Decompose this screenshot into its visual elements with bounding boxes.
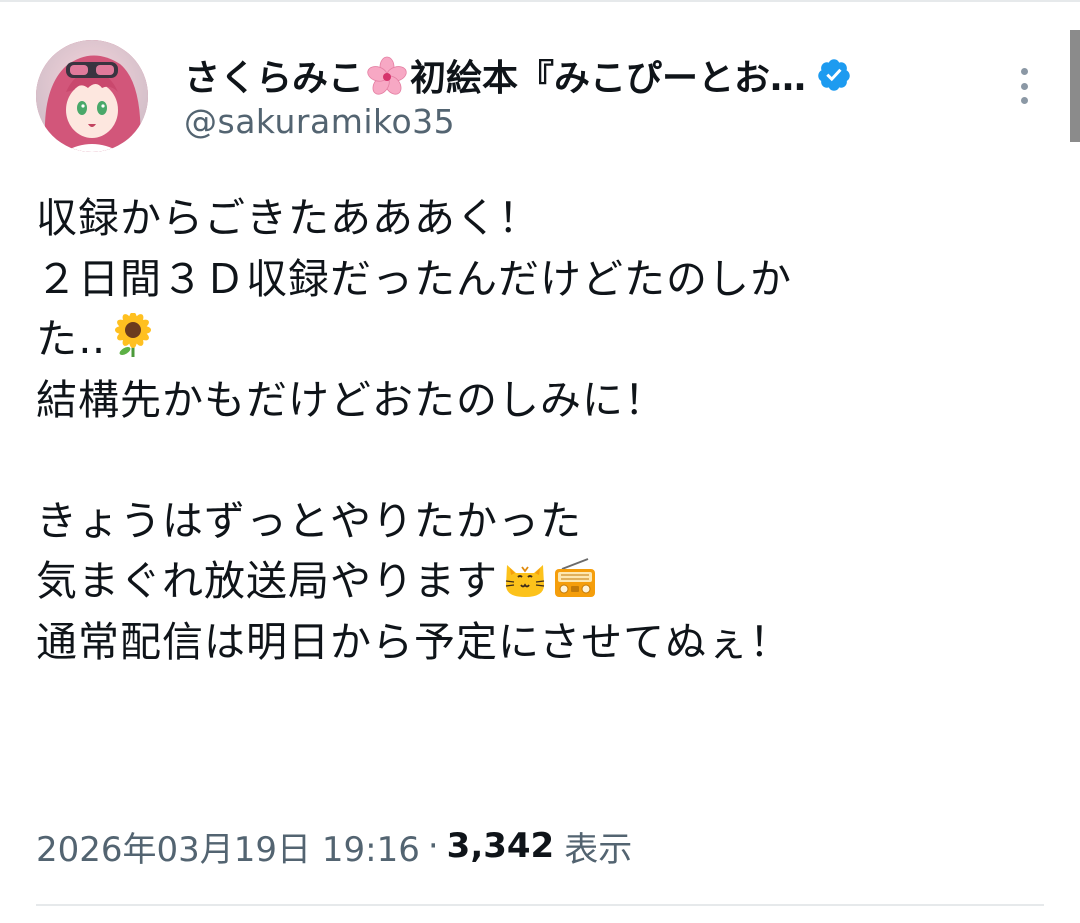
more-dot-icon xyxy=(1020,68,1028,75)
meta-separator: · xyxy=(427,826,439,866)
radio-icon xyxy=(555,558,595,597)
tweet-line: ２日間３Ｄ収録だったんだけどたのしか xyxy=(36,249,1016,310)
tweet-line-text: ２日間３Ｄ収録だったんだけどたのしか xyxy=(36,254,792,303)
tweet-line: きょうはずっとやりたかった xyxy=(36,491,1016,552)
tweet-line-text: きょうはずっとやりたかった xyxy=(36,496,582,545)
tweet-line: た‥ xyxy=(36,309,1016,370)
author-name-row[interactable]: さくらみこ 初絵本『みこぴーとお… xyxy=(184,49,852,101)
view-label: 表示 xyxy=(564,829,633,870)
author-display-name[interactable]: さくらみこ 初絵本『みこぴーとお… xyxy=(184,49,806,101)
tweet-line-text: た‥ xyxy=(36,315,107,363)
view-count[interactable]: 3,342 xyxy=(447,826,555,866)
bottom-divider xyxy=(36,904,1044,906)
display-name-part1: さくらみこ xyxy=(184,58,365,99)
tweet-line-text: 結構先かもだけどおたのしみに！ xyxy=(36,375,666,424)
sunflower-icon xyxy=(115,313,152,357)
tweet-line-text: 通常配信は明日から予定にさせてぬぇ！ xyxy=(36,617,792,666)
cherry-blossom-icon xyxy=(367,56,407,95)
tweet-detail-page: さくらみこ 初絵本『みこぴーとお… @sakuramiko35 収録からごきたあ… xyxy=(0,0,1080,923)
tweet-line: 通常配信は明日から予定にさせてぬぇ！ xyxy=(36,612,1016,673)
verified-badge-icon xyxy=(818,59,850,91)
author-handle[interactable]: @sakuramiko35 xyxy=(184,102,455,141)
tweet-line-text: 収録からごきたあああく！ xyxy=(36,194,540,242)
avatar[interactable] xyxy=(36,40,148,152)
tweet-timestamp[interactable]: 2026年03月19日 19:16 xyxy=(36,822,420,871)
tweet-line: 収録からごきたあああく！ xyxy=(36,188,1016,249)
tweet-line-text: 気まぐれ放送局やります xyxy=(36,557,498,605)
scrollbar[interactable] xyxy=(1070,30,1080,142)
tweet-text: 収録からごきたあああく！ ２日間３Ｄ収録だったんだけどたのしか た‥ 結構先かも… xyxy=(36,188,1016,672)
more-options-button[interactable] xyxy=(1010,66,1038,106)
more-dot-icon xyxy=(1020,97,1028,104)
more-dot-icon xyxy=(1020,82,1028,90)
tweet-line: 結構先かもだけどおたのしみに！ xyxy=(36,370,1016,431)
display-name-part2: 初絵本『みこぴーとお… xyxy=(410,58,807,99)
tweet-meta: 2026年03月19日 19:16 · 3,342 表示 xyxy=(36,822,633,871)
top-divider xyxy=(0,0,1080,2)
cat-face-icon xyxy=(505,565,545,597)
tweet-line: 気まぐれ放送局やります xyxy=(36,551,1016,612)
